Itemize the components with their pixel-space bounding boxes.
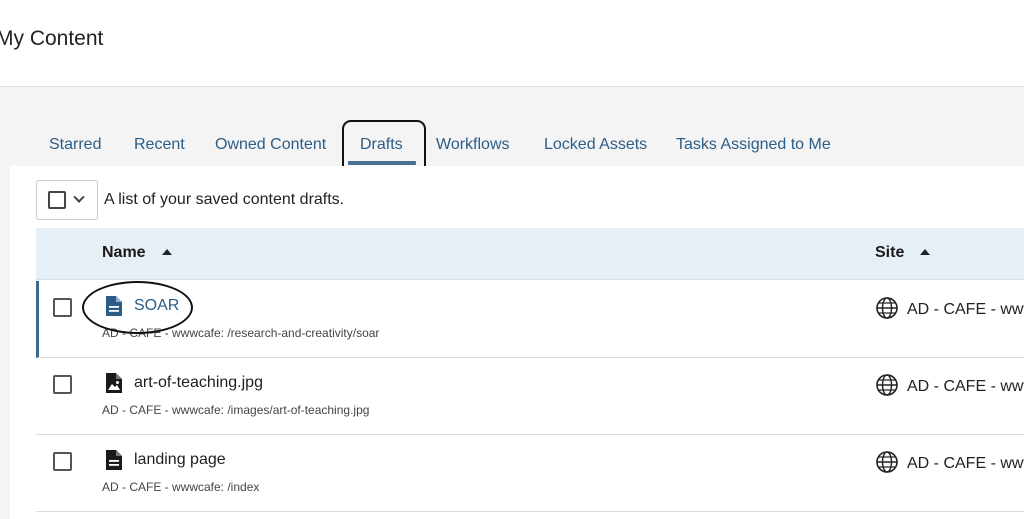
table-row[interactable]: SOAR AD - CAFE - wwwcafe: /research-and-… [36,281,1024,358]
tab-bar: Starred Recent Owned Content Drafts Work… [0,120,1024,166]
row-path: AD - CAFE - wwwcafe: /index [102,480,260,494]
tab-drafts[interactable]: Drafts [360,136,403,154]
sort-ascending-icon[interactable] [920,249,931,255]
row-title-link[interactable]: SOAR [134,297,179,315]
tab-workflows[interactable]: Workflows [436,136,510,154]
row-path: AD - CAFE - wwwcafe: /images/art-of-teac… [102,403,370,417]
row-checkbox[interactable] [53,375,72,394]
chevron-down-icon[interactable] [73,191,85,203]
row-site: AD - CAFE - www [876,451,1024,473]
row-path: AD - CAFE - wwwcafe: /research-and-creat… [102,326,380,340]
globe-icon [876,297,898,319]
sort-ascending-icon[interactable] [161,249,172,255]
select-all-dropdown[interactable] [36,180,98,220]
document-icon [106,450,122,470]
page-title: My Content [0,27,104,50]
row-site: AD - CAFE - www [876,297,1024,319]
tab-starred[interactable]: Starred [49,136,101,154]
row-checkbox[interactable] [53,452,72,471]
active-tab-indicator [348,161,416,165]
table-header: Name Site [36,228,1024,280]
tab-locked-assets[interactable]: Locked Assets [544,136,647,154]
document-icon [106,296,122,316]
select-all-checkbox[interactable] [48,191,66,209]
tab-owned-content[interactable]: Owned Content [215,136,326,154]
table-row[interactable]: landing page AD - CAFE - wwwcafe: /index… [36,435,1024,512]
tab-tasks-assigned[interactable]: Tasks Assigned to Me [676,136,831,154]
image-file-icon [106,373,122,393]
column-header-site[interactable]: Site [875,244,931,262]
row-title-link[interactable]: art-of-teaching.jpg [134,374,263,392]
column-header-name[interactable]: Name [102,244,172,262]
tab-recent[interactable]: Recent [134,136,185,154]
row-title-link[interactable]: landing page [134,451,226,469]
row-checkbox[interactable] [53,298,72,317]
list-description: A list of your saved content drafts. [104,191,345,208]
globe-icon [876,451,898,473]
globe-icon [876,374,898,396]
row-site: AD - CAFE - www [876,374,1024,396]
table-row[interactable]: art-of-teaching.jpg AD - CAFE - wwwcafe:… [36,358,1024,435]
